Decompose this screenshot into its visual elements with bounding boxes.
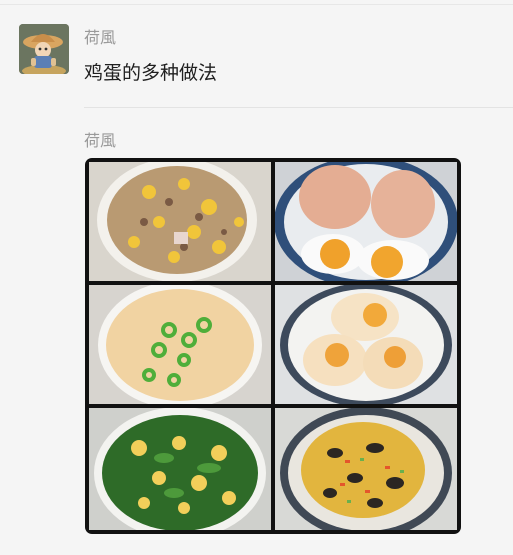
egg-wood-ear-stir-fry-photo — [275, 408, 457, 530]
straw-hat-character-avatar-icon — [19, 24, 69, 74]
sender-avatar[interactable] — [19, 24, 69, 74]
sender-name[interactable]: 荷風 — [84, 131, 116, 151]
spinach-egg-soup-photo — [89, 408, 271, 530]
message-divider — [84, 107, 513, 108]
steamed-egg-custard-photo — [89, 285, 271, 404]
sender-name[interactable]: 荷風 — [84, 28, 116, 48]
boiled-eggs-photo — [275, 162, 457, 281]
top-divider — [0, 4, 513, 5]
photo-collage[interactable] — [85, 158, 461, 534]
egg-fried-rice-photo — [89, 162, 271, 281]
message-text: 鸡蛋的多种做法 — [84, 62, 218, 84]
fried-eggs-photo — [275, 285, 457, 404]
